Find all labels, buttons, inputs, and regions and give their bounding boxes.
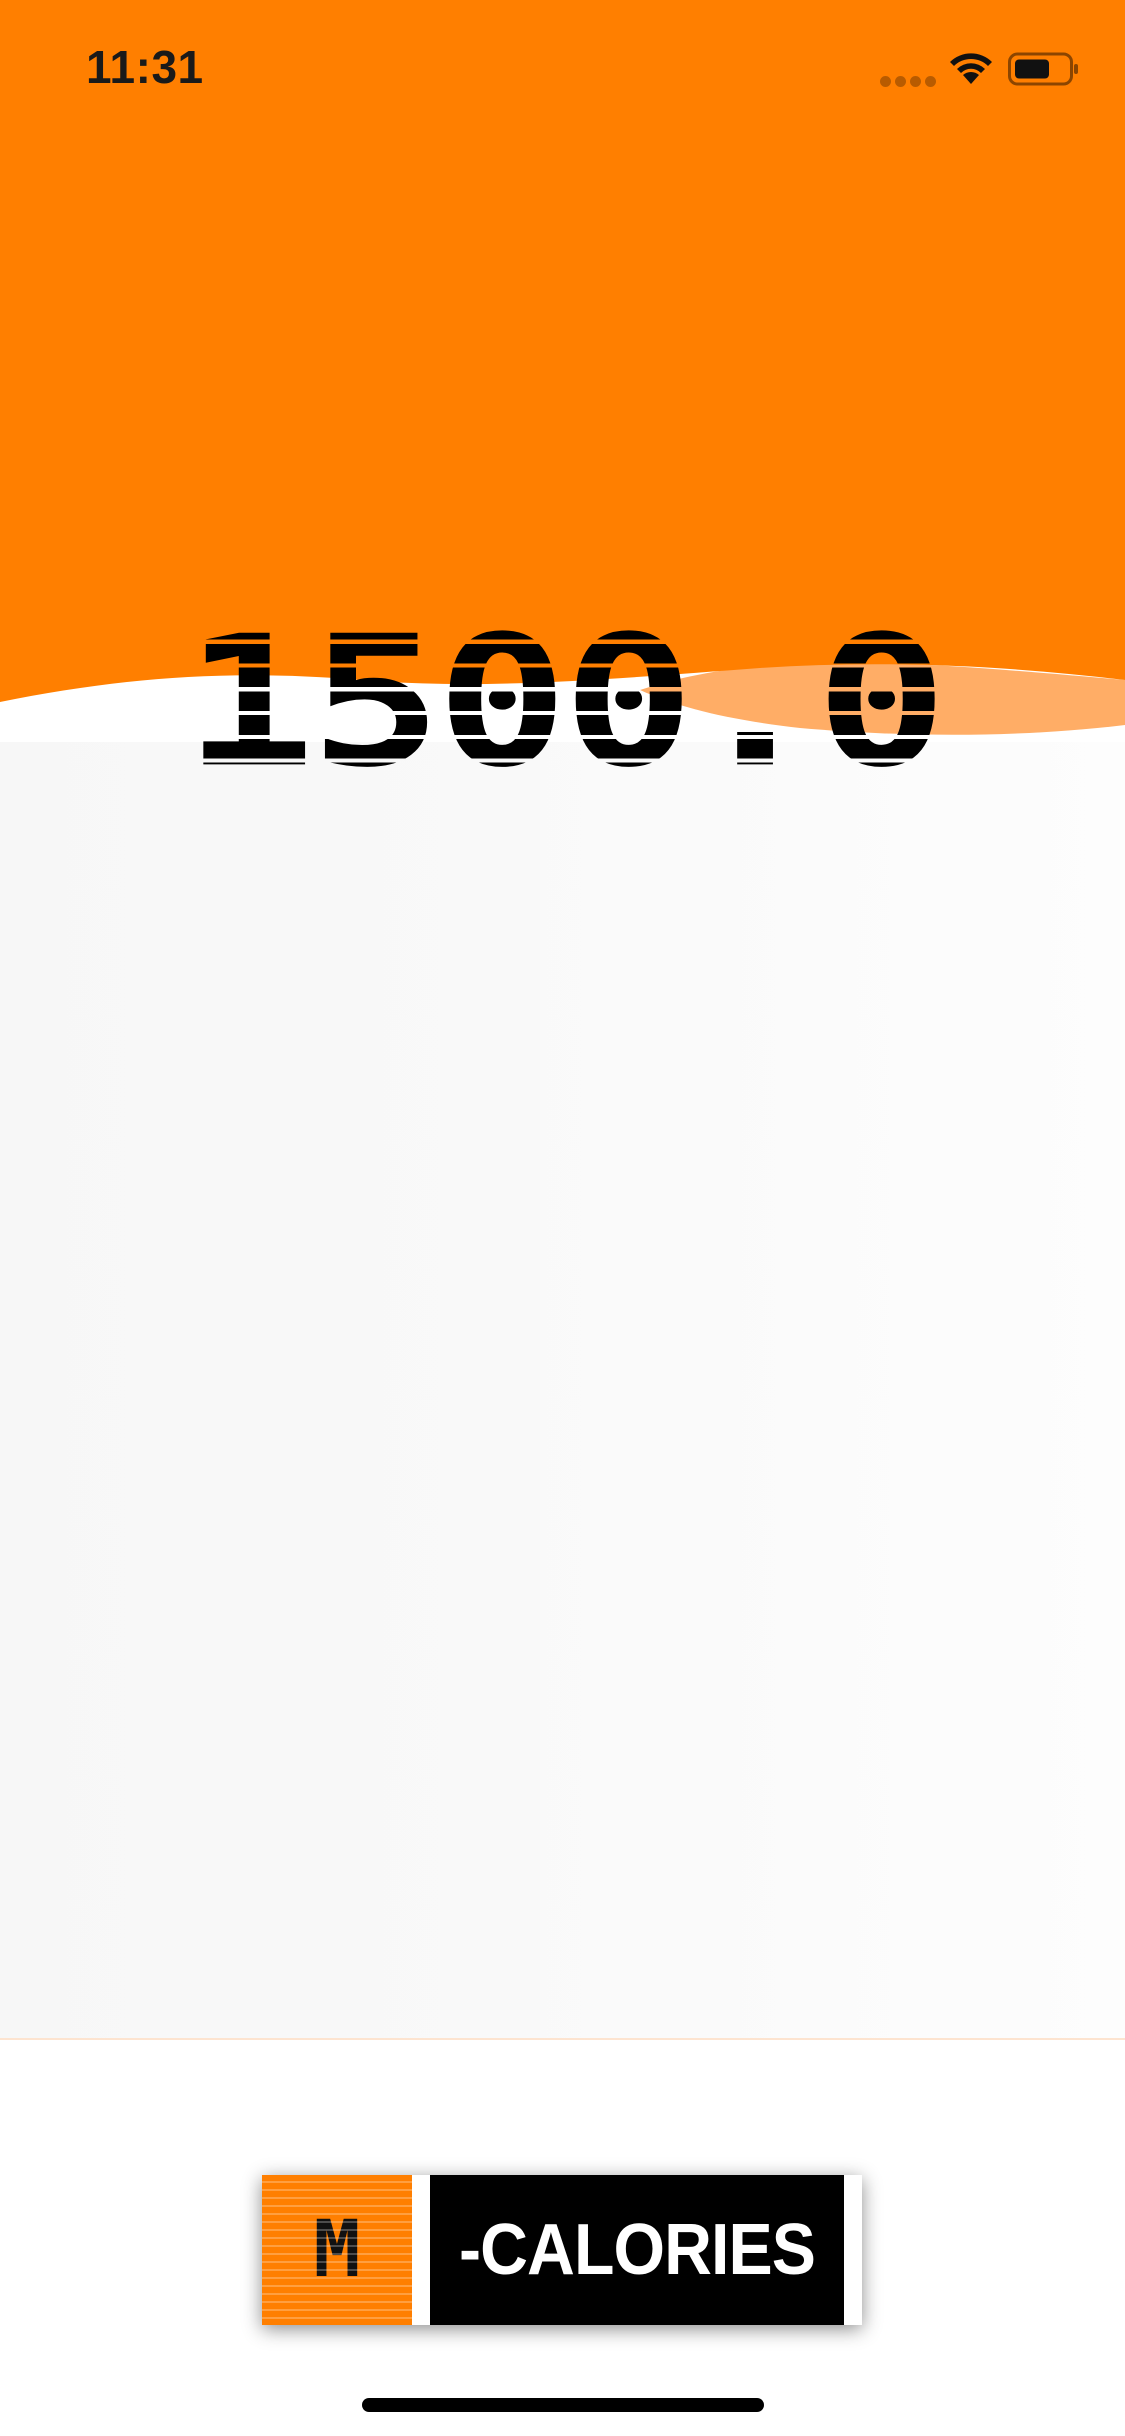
brand-logo: M -CALORIES <box>262 2175 862 2325</box>
content-area <box>0 742 1125 2040</box>
wifi-icon <box>950 53 992 84</box>
brand-logo-letter: M <box>262 2175 412 2325</box>
calorie-counter-value: 1500.0 <box>183 597 948 807</box>
battery-icon <box>1008 52 1078 86</box>
home-indicator[interactable] <box>362 2398 764 2412</box>
cellular-signal-icon <box>880 76 936 90</box>
status-time: 11:31 <box>86 41 204 93</box>
status-bar: 11:31 <box>0 0 1125 140</box>
brand-logo-name: -CALORIES <box>430 2175 844 2325</box>
